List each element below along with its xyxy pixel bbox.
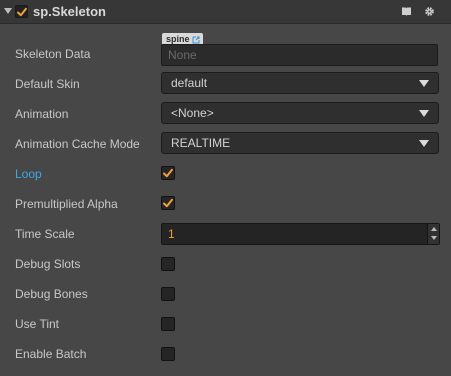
skeleton-data-label: Skeleton Data (15, 47, 91, 61)
time-scale-value: 1 (168, 227, 175, 241)
animation-value: <None> (171, 106, 214, 120)
checkmark-icon (163, 168, 173, 178)
skeleton-data-asset-field[interactable]: spine None (161, 33, 438, 67)
default-skin-value: default (171, 76, 208, 90)
help-book-icon[interactable] (401, 6, 412, 17)
premultiplied-alpha-label: Premultiplied Alpha (15, 197, 118, 211)
component-enabled-checkbox[interactable] (15, 5, 28, 18)
dropdown-arrow-icon (419, 140, 429, 147)
debug-slots-checkbox[interactable] (161, 257, 175, 271)
checkmark-icon (163, 198, 173, 208)
checkmark-icon (17, 7, 27, 17)
component-header: sp.Skeleton (0, 0, 451, 24)
default-skin-label: Default Skin (15, 77, 80, 91)
loop-label: Loop (15, 167, 42, 181)
time-scale-stepper[interactable] (427, 224, 439, 244)
skeleton-component-panel: sp.Skeleton Skeleton Data spine None Def… (0, 0, 451, 376)
animation-label: Animation (15, 107, 69, 121)
skeleton-data-input[interactable]: None (161, 44, 438, 66)
use-tint-checkbox[interactable] (161, 317, 175, 331)
time-scale-label: Time Scale (15, 227, 75, 241)
cache-mode-value: REALTIME (171, 136, 231, 150)
collapse-arrow-icon[interactable] (4, 8, 12, 14)
enable-batch-checkbox[interactable] (161, 347, 175, 361)
component-title: sp.Skeleton (33, 4, 106, 19)
animation-cache-mode-select[interactable]: REALTIME (161, 132, 439, 154)
animation-cache-mode-label: Animation Cache Mode (15, 137, 140, 151)
default-skin-select[interactable]: default (161, 72, 439, 94)
debug-bones-label: Debug Bones (15, 287, 88, 301)
external-link-icon (192, 36, 200, 43)
loop-checkbox[interactable] (161, 166, 175, 180)
stepper-up-icon[interactable] (431, 227, 437, 231)
premultiplied-alpha-checkbox[interactable] (161, 196, 175, 210)
gear-icon[interactable] (424, 6, 435, 17)
animation-select[interactable]: <None> (161, 102, 439, 124)
use-tint-label: Use Tint (15, 317, 60, 331)
dropdown-arrow-icon (419, 110, 429, 117)
dropdown-arrow-icon (419, 80, 429, 87)
enable-batch-label: Enable Batch (15, 347, 87, 361)
stepper-down-icon[interactable] (431, 236, 437, 240)
time-scale-input[interactable]: 1 (161, 223, 440, 245)
debug-bones-checkbox[interactable] (161, 287, 175, 301)
debug-slots-label: Debug Slots (15, 257, 81, 271)
